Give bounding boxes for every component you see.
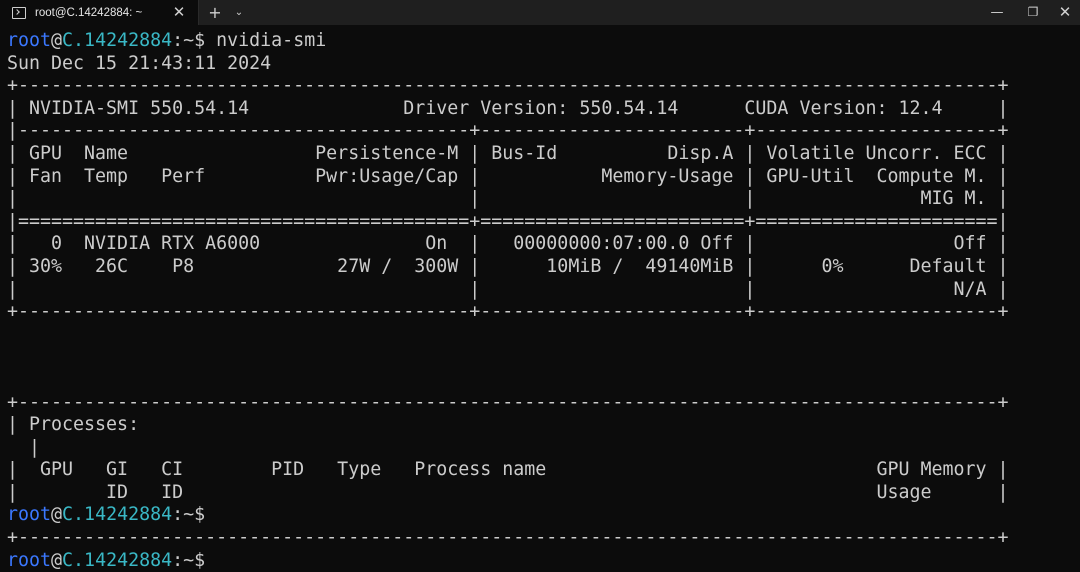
- prompt-host: C.14242884: [62, 30, 173, 51]
- prompt-host: C.14242884: [62, 504, 173, 526]
- chevron-down-icon[interactable]: ⌄: [229, 0, 249, 25]
- command-text: nvidia-smi: [205, 30, 327, 51]
- prompt-2: root@C.14242884:~$: [7, 504, 205, 525]
- prompt-path: :~$: [172, 504, 206, 526]
- tab-title: root@C.14242884: ~: [35, 6, 143, 19]
- tab-close-icon[interactable]: ✕: [170, 3, 188, 21]
- processes-footer: +---------------------------------------…: [7, 527, 1009, 549]
- prompt-1: root@C.14242884:~$: [7, 30, 205, 51]
- prompt-at: @: [51, 504, 63, 526]
- prompt-path: :~$: [172, 549, 206, 571]
- title-bar: root@C.14242884: ~ ✕ + ⌄ — ❐ ✕: [0, 0, 1080, 25]
- prompt-user: root: [7, 549, 52, 571]
- close-window-button[interactable]: ✕: [1048, 0, 1080, 25]
- terminal-icon: [12, 6, 26, 19]
- nvidia-smi-output: Sun Dec 15 21:43:11 2024 +--------------…: [7, 52, 1009, 503]
- prompt-path: :~$: [172, 30, 206, 51]
- minimize-button[interactable]: —: [980, 0, 1014, 25]
- new-tab-button[interactable]: +: [205, 0, 225, 25]
- terminal-output[interactable]: root@C.14242884:~$ nvidia-smi Sun Dec 15…: [7, 30, 1080, 571]
- prompt-3: root@C.14242884:~$: [7, 550, 205, 571]
- maximize-button[interactable]: ❐: [1016, 0, 1050, 25]
- prompt-user: root: [7, 30, 52, 51]
- terminal-tab[interactable]: root@C.14242884: ~ ✕: [0, 0, 199, 25]
- prompt-user: root: [7, 504, 52, 526]
- prompt-at: @: [51, 30, 63, 51]
- prompt-host: C.14242884: [62, 549, 173, 571]
- prompt-at: @: [51, 549, 63, 571]
